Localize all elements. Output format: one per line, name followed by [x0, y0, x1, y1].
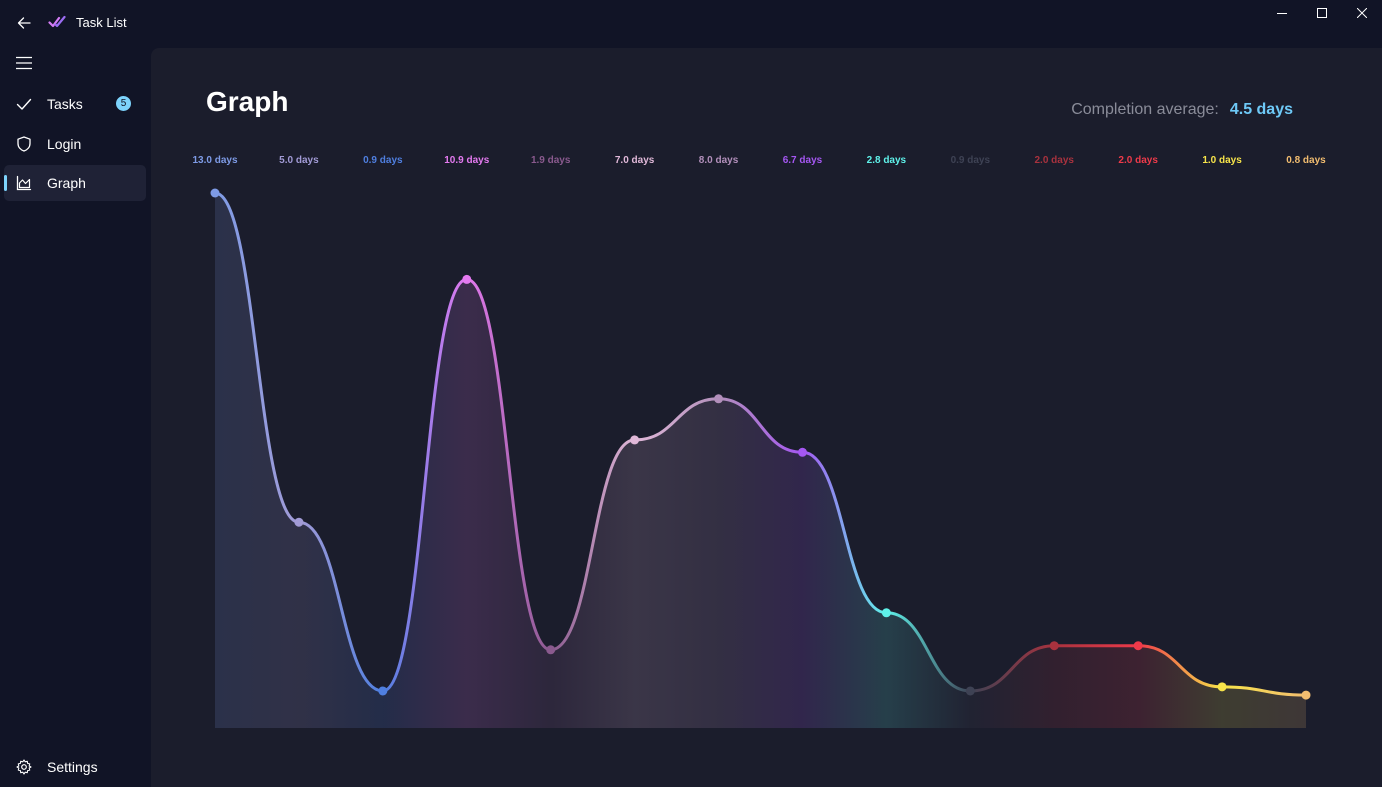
shield-icon — [17, 136, 31, 152]
chart-value-label: 0.8 days — [1286, 155, 1326, 166]
chart-value-label: 13.0 days — [192, 155, 237, 166]
completion-chart: 13.0 days 5.0 days 0.9 days 10.9 days 1.9 da… — [192, 155, 1326, 728]
chart-data-point[interactable] — [210, 188, 220, 198]
nav-item-label: Tasks — [47, 96, 83, 112]
selection-indicator — [4, 175, 7, 191]
chart-value-label: 0.9 days — [363, 155, 403, 166]
chart-data-point[interactable] — [378, 686, 388, 696]
chart-data-point[interactable] — [1133, 641, 1143, 651]
task-count-badge: 5 — [116, 96, 131, 111]
chart-data-point[interactable] — [1049, 641, 1059, 651]
chart-data-point[interactable] — [797, 447, 807, 457]
chart-data-point[interactable] — [714, 394, 724, 404]
chart-data-point[interactable] — [546, 645, 556, 655]
chart-value-label: 2.0 days — [1118, 155, 1158, 166]
navigation-pane: Tasks 5 Login Graph Settings — [0, 46, 150, 787]
menu-toggle-button[interactable] — [10, 52, 38, 74]
nav-item-tasks[interactable]: Tasks 5 — [4, 86, 146, 122]
chart-value-label: 5.0 days — [279, 155, 319, 166]
chart-data-point[interactable] — [1301, 690, 1311, 700]
chart-value-label: 7.0 days — [615, 155, 655, 166]
chart-data-point[interactable] — [965, 686, 975, 696]
area-chart-icon — [16, 175, 32, 191]
title-bar: Task List — [0, 0, 1382, 46]
close-icon — [1357, 8, 1367, 18]
arrow-left-icon — [17, 17, 31, 29]
nav-item-login[interactable]: Login — [4, 126, 146, 162]
chart-value-label: 6.7 days — [783, 155, 823, 166]
hamburger-icon — [16, 56, 32, 70]
back-button[interactable] — [10, 9, 38, 37]
chart-area-fill — [215, 193, 1306, 728]
close-button[interactable] — [1342, 0, 1382, 26]
app-title: Task List — [76, 15, 127, 30]
nav-item-label: Login — [47, 136, 82, 152]
maximize-button[interactable] — [1302, 0, 1342, 26]
nav-item-settings[interactable]: Settings — [4, 749, 146, 785]
checkmark-icon — [16, 98, 32, 110]
chart-value-label: 8.0 days — [699, 155, 739, 166]
chart-value-label: 1.0 days — [1202, 155, 1242, 166]
chart-data-point[interactable] — [630, 435, 640, 445]
chart-data-point[interactable] — [462, 274, 472, 284]
nav-item-label: Graph — [47, 175, 86, 191]
nav-item-label: Settings — [47, 759, 98, 775]
chart-data-point[interactable] — [1217, 682, 1227, 692]
app-logo-icon — [48, 15, 66, 28]
maximize-icon — [1317, 8, 1327, 18]
minimize-button[interactable] — [1262, 0, 1302, 26]
chart-value-label: 2.8 days — [867, 155, 907, 166]
gear-icon — [16, 759, 32, 775]
window-controls — [1262, 0, 1382, 26]
chart-value-label: 1.9 days — [531, 155, 571, 166]
chart-data-point[interactable] — [881, 608, 891, 618]
chart-data-point[interactable] — [294, 517, 304, 527]
content-panel: Graph Completion average: 4.5 days 13.0 … — [151, 48, 1382, 787]
minimize-icon — [1277, 13, 1287, 14]
nav-item-graph[interactable]: Graph — [4, 165, 146, 201]
chart-value-label: 0.9 days — [951, 155, 991, 166]
chart-value-label: 10.9 days — [444, 155, 489, 166]
chart-value-label: 2.0 days — [1034, 155, 1074, 166]
